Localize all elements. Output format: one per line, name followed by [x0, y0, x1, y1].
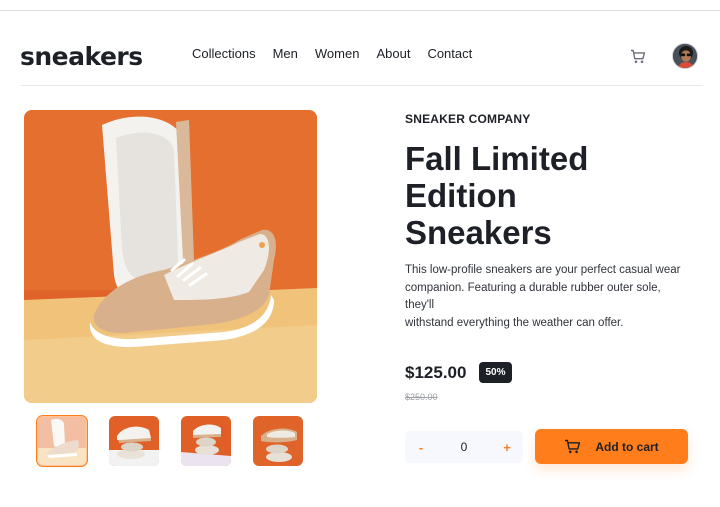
quantity-stepper: - + — [405, 431, 523, 463]
current-price: $125.00 — [405, 363, 467, 382]
description-line-2: companion. Featuring a durable rubber ou… — [405, 281, 661, 312]
thumbnail-1[interactable] — [36, 415, 88, 467]
cart-icon — [565, 439, 581, 454]
brand-logo[interactable]: sneakers — [20, 42, 143, 72]
nav-item-contact[interactable]: Contact — [427, 46, 472, 62]
site-header: sneakers Collections Men Women About Con… — [20, 40, 703, 86]
nav-item-collections[interactable]: Collections — [192, 46, 256, 62]
original-price: $250.00 — [405, 392, 438, 402]
decrease-quantity-button[interactable]: - — [406, 431, 436, 463]
thumbnail-3[interactable] — [181, 416, 231, 466]
cart-icon — [631, 49, 646, 63]
product-title-line-2: Edition — [405, 177, 517, 214]
thumbnail-strip — [36, 415, 303, 467]
avatar-image — [673, 44, 697, 68]
product-title-line-3: Sneakers — [405, 214, 552, 251]
product-title-line-1: Fall Limited — [405, 140, 589, 177]
add-to-cart-button[interactable]: Add to cart — [535, 429, 688, 464]
thumbnail-image-1 — [37, 416, 87, 466]
thumbnail-4[interactable] — [253, 416, 303, 466]
add-to-cart-label: Add to cart — [595, 439, 659, 454]
thumbnail-image-3 — [181, 416, 231, 466]
product-description: This low-profile sneakers are your perfe… — [405, 262, 690, 332]
description-line-3: withstand everything the weather can off… — [405, 316, 624, 329]
main-nav: Collections Men Women About Contact — [192, 46, 472, 62]
description-line-1: This low-profile sneakers are your perfe… — [405, 264, 681, 276]
thumbnail-image-4 — [253, 416, 303, 466]
nav-item-men[interactable]: Men — [273, 46, 298, 62]
product-title: Fall Limited Edition Sneakers — [405, 140, 665, 251]
top-border — [0, 10, 720, 11]
sneaker-photo — [24, 110, 317, 403]
discount-badge: 50% — [479, 362, 512, 383]
quantity-input[interactable] — [435, 431, 493, 463]
thumbnail-2[interactable] — [109, 416, 159, 466]
nav-item-about[interactable]: About — [376, 46, 410, 62]
avatar[interactable] — [672, 43, 698, 69]
increase-quantity-button[interactable]: + — [492, 431, 522, 463]
main-product-image[interactable] — [24, 110, 317, 403]
company-name: SNEAKER COMPANY — [405, 112, 531, 126]
cart-button[interactable] — [628, 46, 648, 66]
nav-item-women[interactable]: Women — [315, 46, 360, 62]
thumbnail-image-2 — [109, 416, 159, 466]
